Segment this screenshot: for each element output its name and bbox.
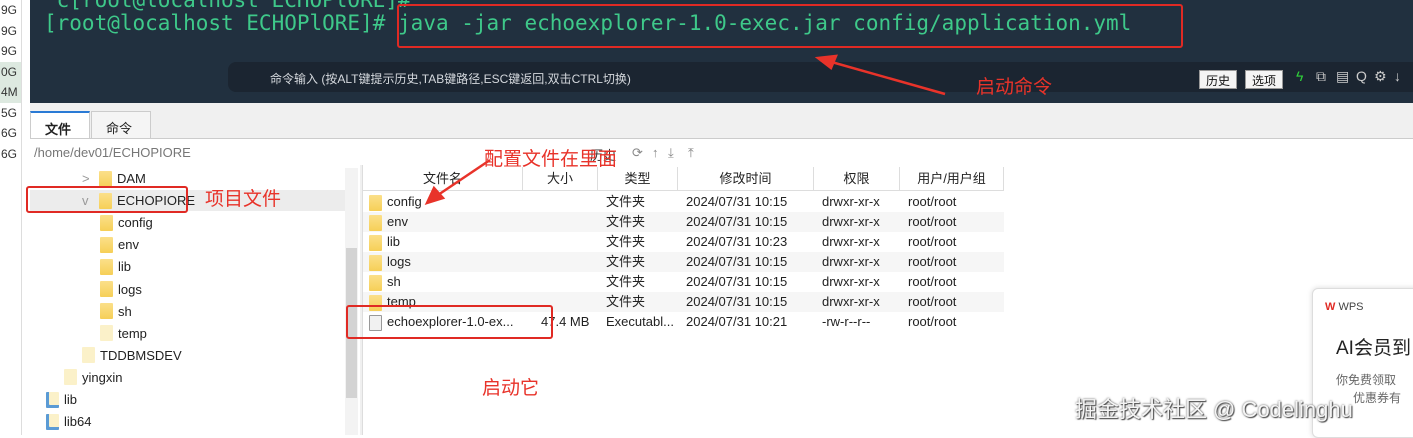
arrow-to-config (434, 158, 491, 199)
arrow-to-command (827, 59, 946, 96)
wps-logo-icon: W (1325, 301, 1336, 313)
wps-brand: WPS (1338, 301, 1364, 313)
watermark: 掘金技术社区 @ Codelinghu (1075, 397, 1353, 422)
wps-subtitle: 你免费领取 (1336, 373, 1397, 387)
annotation-arrows (424, 54, 946, 206)
wps-title: AI会员到 (1336, 338, 1411, 359)
wps-subtitle-2: 优惠券有 (1353, 391, 1402, 405)
